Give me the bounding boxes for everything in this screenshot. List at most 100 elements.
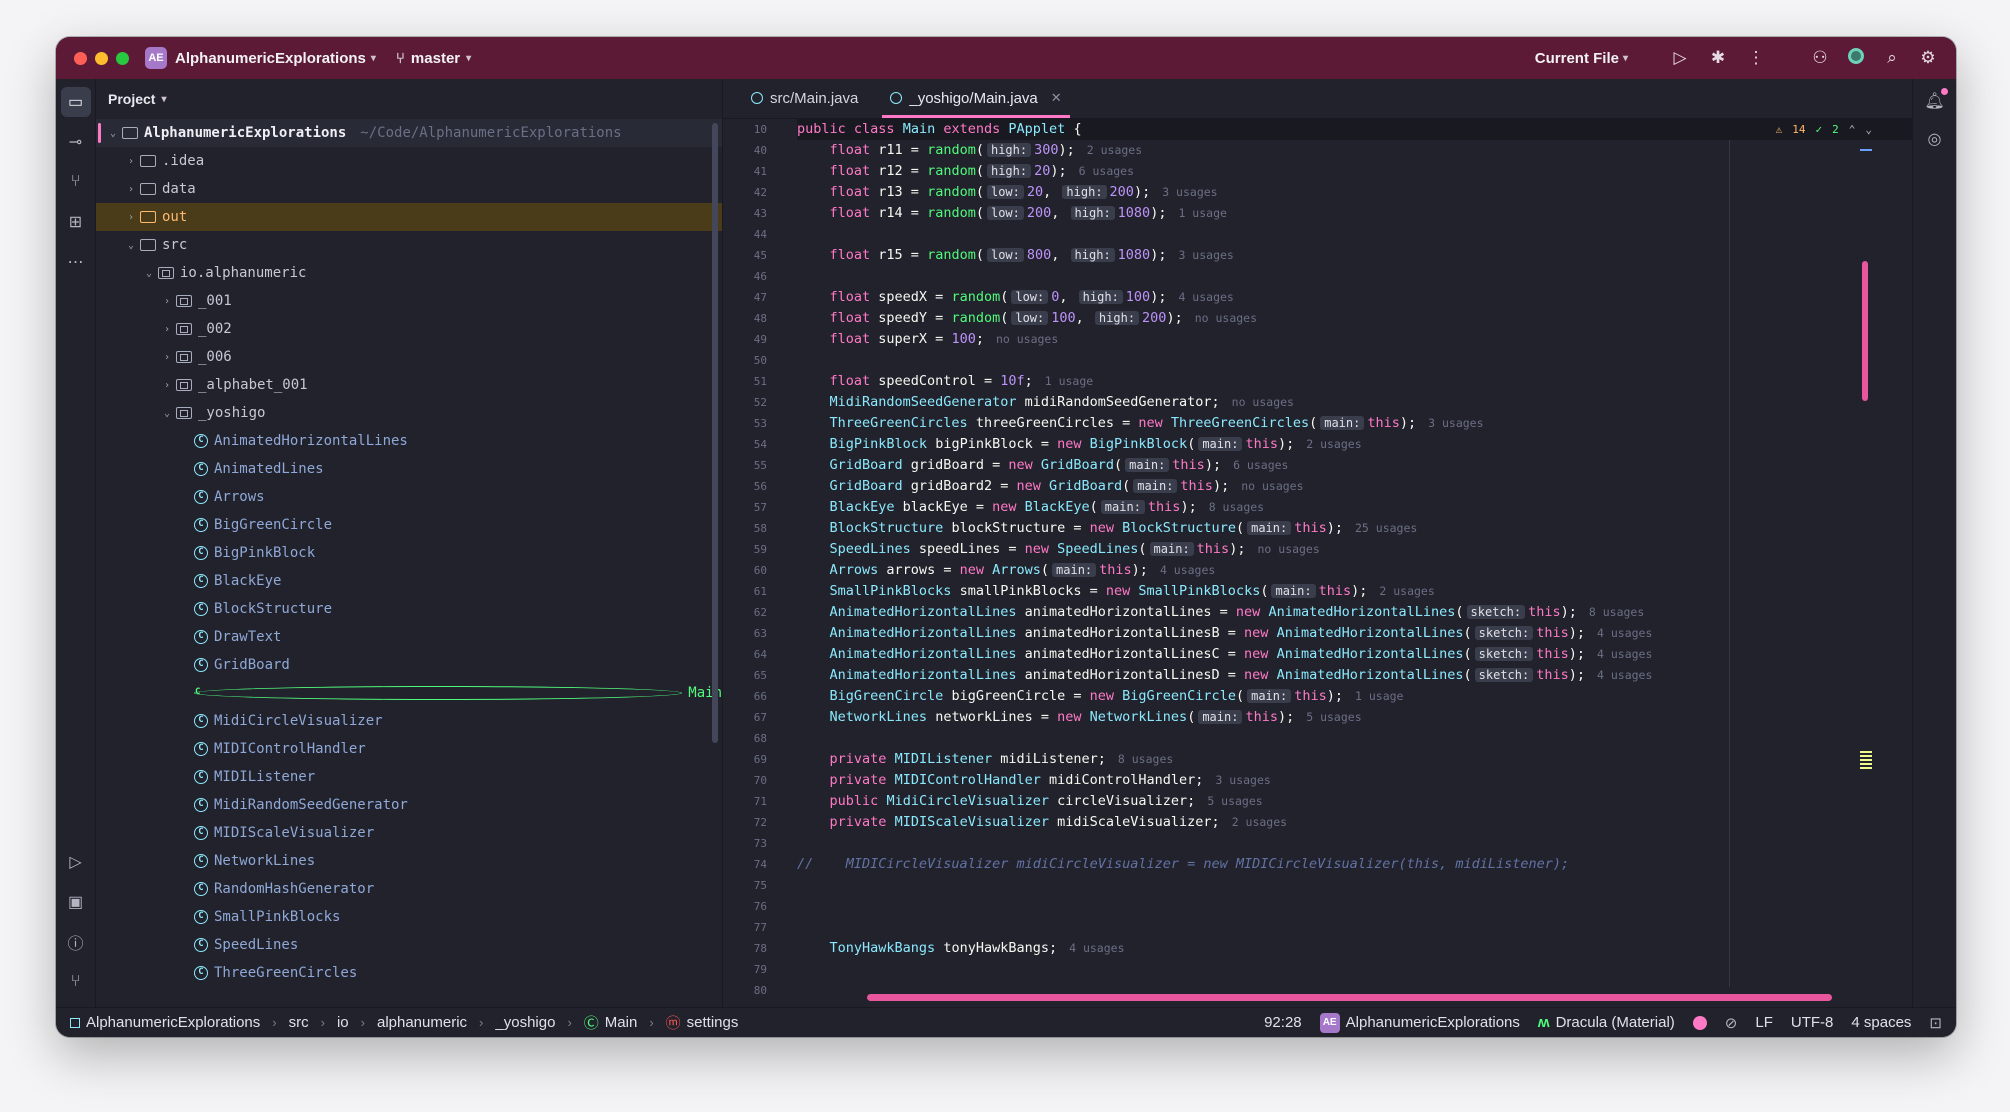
git-icon[interactable]: ⑂ xyxy=(61,967,91,997)
code-line[interactable]: AnimatedHorizontalLines animatedHorizont… xyxy=(797,602,1912,623)
code-line[interactable]: GridBoard gridBoard2 = new GridBoard(mai… xyxy=(797,476,1912,497)
tree-class-item[interactable]: C BigPinkBlock xyxy=(96,539,722,567)
tree-subpackage[interactable]: › _006 xyxy=(96,343,722,371)
breadcrumb-item[interactable]: AlphanumericExplorations xyxy=(86,1014,260,1031)
tree-class-item[interactable]: C BlackEye xyxy=(96,567,722,595)
horizontal-scrollbar[interactable] xyxy=(867,994,1832,1001)
problems-icon[interactable]: ⓘ xyxy=(61,927,91,957)
chevron-down-icon[interactable]: ⌄ xyxy=(140,268,158,279)
commit-icon[interactable]: ⊸ xyxy=(61,127,91,157)
chevron-right-icon[interactable]: › xyxy=(122,184,140,195)
code-line[interactable] xyxy=(797,875,1912,896)
inspection-widget[interactable]: ⚠ 14 ✓ 2 ⌃ ⌄ xyxy=(1776,119,1872,140)
code-line[interactable]: float r14 = random(low: 200, high: 1080); 1… xyxy=(797,203,1912,224)
code-line[interactable] xyxy=(797,350,1912,371)
settings-icon[interactable]: ⚙ xyxy=(1918,48,1938,68)
code-line[interactable]: BlockStructure blockStructure = new Bloc… xyxy=(797,518,1912,539)
project-panel-scrollbar[interactable] xyxy=(712,123,718,743)
project-selector[interactable]: AlphanumericExplorations ▾ xyxy=(175,50,376,67)
code-line[interactable]: public MidiCircleVisualizer circleVisual… xyxy=(797,791,1912,812)
chevron-down-icon[interactable]: ⌄ xyxy=(104,128,122,139)
code-line[interactable]: SmallPinkBlocks smallPinkBlocks = new Sm… xyxy=(797,581,1912,602)
tree-class-item[interactable]: C AnimatedLines xyxy=(96,455,722,483)
add-user-icon[interactable]: ⚇ xyxy=(1810,48,1830,68)
status-project[interactable]: AE AlphanumericExplorations xyxy=(1319,1012,1520,1033)
code-line[interactable] xyxy=(797,266,1912,287)
code-line[interactable]: private MIDIControlHandler midiControlHa… xyxy=(797,770,1912,791)
run-config-selector[interactable]: Current File ▾ xyxy=(1535,50,1628,67)
debug-icon[interactable]: ✱ xyxy=(1708,48,1728,68)
tree-class-item[interactable]: C MIDIControlHandler xyxy=(96,735,722,763)
tree-subpackage[interactable]: › _001 xyxy=(96,287,722,315)
tree-class-item[interactable]: C SmallPinkBlocks xyxy=(96,903,722,931)
branch-selector[interactable]: ⑂ master ▾ xyxy=(396,50,471,67)
breadcrumb-item[interactable]: src xyxy=(289,1014,309,1031)
code-line[interactable]: float speedY = random(low: 100, high: 200)… xyxy=(797,308,1912,329)
chevron-right-icon[interactable]: › xyxy=(158,296,176,307)
tree-class-item[interactable]: C BlockStructure xyxy=(96,595,722,623)
run-tool-icon[interactable]: ▷ xyxy=(61,847,91,877)
code-line[interactable]: float r11 = random(high: 300); 2 usages xyxy=(797,140,1912,161)
code-line[interactable]: BlackEye blackEye = new BlackEye(main: th… xyxy=(797,497,1912,518)
tree-class-item[interactable]: C NetworkLines xyxy=(96,847,722,875)
more-tools-icon[interactable]: ⋯ xyxy=(61,247,91,277)
tree-subpackage[interactable]: ⌄ _yoshigo xyxy=(96,399,722,427)
tree-class-item[interactable]: C MIDIListener xyxy=(96,763,722,791)
breadcrumb-item[interactable]: io xyxy=(337,1014,349,1031)
tree-folder-src[interactable]: ⌄ src xyxy=(96,231,722,259)
code-line[interactable] xyxy=(797,833,1912,854)
code-line[interactable]: float r15 = random(low: 800, high: 1080); 3… xyxy=(797,245,1912,266)
tree-folder-out[interactable]: › out xyxy=(96,203,722,231)
code-line[interactable]: private MIDIScaleVisualizer midiScaleVis… xyxy=(797,812,1912,833)
lock-icon[interactable]: ⊡ xyxy=(1929,1014,1942,1032)
chevron-up-icon[interactable]: ⌃ xyxy=(1849,123,1856,136)
chevron-down-icon[interactable]: ⌄ xyxy=(122,240,140,251)
code-line[interactable]: // MIDICircleVisualizer midiCircleVisual… xyxy=(797,854,1912,875)
tree-subpackage[interactable]: › _alphabet_001 xyxy=(96,371,722,399)
code-line[interactable] xyxy=(797,728,1912,749)
ai-assistant-icon[interactable]: ◎ xyxy=(1928,129,1942,149)
line-ending[interactable]: LF xyxy=(1755,1014,1773,1031)
code-line[interactable]: SpeedLines speedLines = new SpeedLines(m… xyxy=(797,539,1912,560)
code-line[interactable]: GridBoard gridBoard = new GridBoard(main… xyxy=(797,455,1912,476)
tree-root[interactable]: ⌄ AlphanumericExplorations ~/Code/Alphan… xyxy=(96,119,722,147)
tree-class-item[interactable]: C AnimatedHorizontalLines xyxy=(96,427,722,455)
code-line[interactable]: AnimatedHorizontalLines animatedHorizont… xyxy=(797,644,1912,665)
tree-class-item[interactable]: C SpeedLines xyxy=(96,931,722,959)
code-line[interactable]: float superX = 100; no usages xyxy=(797,329,1912,350)
no-ai-icon[interactable]: ⊘ xyxy=(1725,1014,1738,1032)
more-icon[interactable]: ⋮ xyxy=(1746,48,1766,68)
breadcrumb-item[interactable]: Main xyxy=(605,1014,638,1031)
code-line[interactable]: BigPinkBlock bigPinkBlock = new BigPinkB… xyxy=(797,434,1912,455)
code-line[interactable]: BigGreenCircle bigGreenCircle = new BigG… xyxy=(797,686,1912,707)
code-line[interactable]: float speedControl = 10f; 1 usage xyxy=(797,371,1912,392)
code-line[interactable]: AnimatedHorizontalLines animatedHorizont… xyxy=(797,665,1912,686)
maximize-window-button[interactable] xyxy=(116,51,129,65)
chevron-right-icon[interactable]: › xyxy=(158,380,176,391)
code-line[interactable]: private MIDIListener midiListener; 8 usag… xyxy=(797,749,1912,770)
tree-class-item[interactable]: C ThreeGreenCircles xyxy=(96,959,722,987)
breadcrumb-item[interactable]: settings xyxy=(687,1014,739,1031)
minimize-window-button[interactable] xyxy=(95,51,108,65)
structure-icon[interactable]: ⊞ xyxy=(61,207,91,237)
tree-class-item[interactable]: C DrawText xyxy=(96,623,722,651)
code-line[interactable]: Arrows arrows = new Arrows(main: this); 4 … xyxy=(797,560,1912,581)
tree-folder-idea[interactable]: › .idea xyxy=(96,147,722,175)
code-line[interactable]: MidiRandomSeedGenerator midiRandomSeedGe… xyxy=(797,392,1912,413)
tab-yoshigo-main[interactable]: _yoshigo/Main.java ✕ xyxy=(874,78,1077,118)
code-line[interactable] xyxy=(797,917,1912,938)
terminal-icon[interactable]: ▣ xyxy=(61,887,91,917)
pull-requests-icon[interactable]: ⑂ xyxy=(61,167,91,197)
tree-package[interactable]: ⌄ io.alphanumeric xyxy=(96,259,722,287)
tree-class-item[interactable]: C MIDIScaleVisualizer xyxy=(96,819,722,847)
file-encoding[interactable]: UTF-8 xyxy=(1791,1014,1834,1031)
indent-setting[interactable]: 4 spaces xyxy=(1851,1014,1911,1031)
code-line[interactable]: NetworkLines networkLines = new NetworkL… xyxy=(797,707,1912,728)
close-icon[interactable]: ✕ xyxy=(1051,90,1062,106)
chevron-down-icon[interactable]: ⌄ xyxy=(158,408,176,419)
chevron-right-icon[interactable]: › xyxy=(158,352,176,363)
search-icon[interactable]: ⌕ xyxy=(1882,48,1902,68)
chevron-right-icon[interactable]: › xyxy=(158,324,176,335)
chevron-right-icon[interactable]: › xyxy=(122,212,140,223)
tree-class-item[interactable]: C MidiRandomSeedGenerator xyxy=(96,791,722,819)
